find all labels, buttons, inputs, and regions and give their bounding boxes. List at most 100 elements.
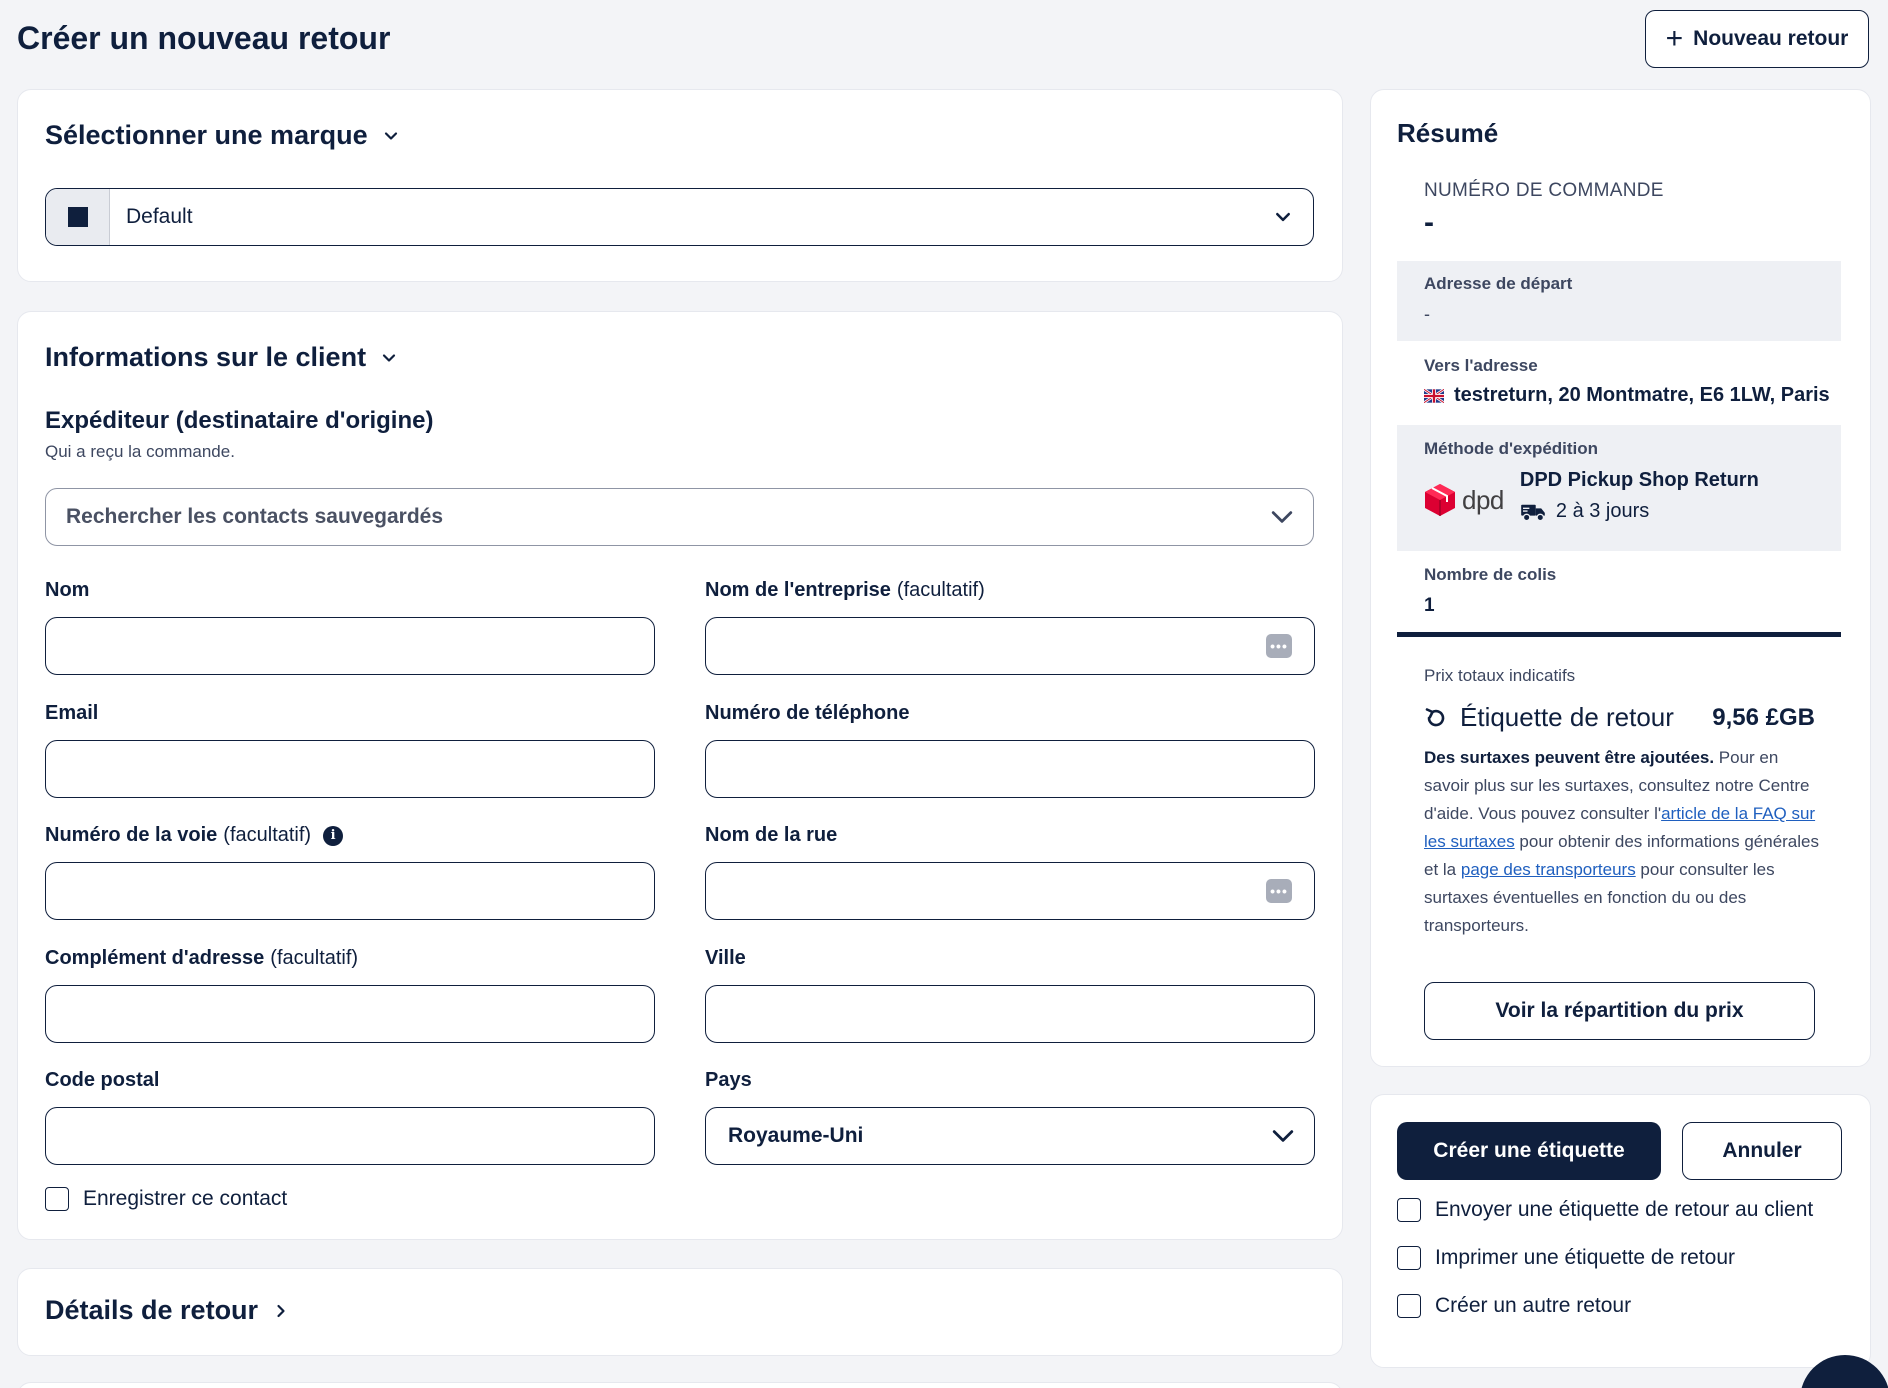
street-name-input[interactable]: ••• xyxy=(705,862,1315,920)
chevron-down-icon xyxy=(1271,511,1293,523)
from-address-value: - xyxy=(1424,304,1430,324)
phone-input[interactable] xyxy=(705,740,1315,798)
phone-label: Numéro de téléphone xyxy=(705,702,910,724)
dpd-cube-icon xyxy=(1425,484,1455,516)
create-another-text: Créer un autre retour xyxy=(1435,1294,1632,1317)
name-label: Nom xyxy=(45,579,90,601)
address-extra-input[interactable] xyxy=(45,985,655,1043)
country-select-value: Royaume-Uni xyxy=(728,1124,864,1147)
parcels-value: 1 xyxy=(1424,595,1435,616)
price-caption: Prix totaux indicatifs xyxy=(1424,666,1576,685)
price-breakdown-button[interactable]: Voir la répartition du prix xyxy=(1424,982,1815,1040)
brand-section-toggle[interactable]: Sélectionner une marque xyxy=(45,120,398,151)
name-input[interactable] xyxy=(45,617,655,675)
price-amount: 9,56 £GB xyxy=(1712,703,1815,731)
return-details-card: Détails de retour xyxy=(17,1268,1343,1356)
brand-color-swatch xyxy=(67,207,88,227)
dpd-logo-text: dpd xyxy=(1462,484,1504,515)
street-name-label: Nom de la rue xyxy=(705,824,838,846)
plus-icon: + xyxy=(1665,22,1684,55)
chevron-right-icon xyxy=(277,1304,285,1317)
saved-contacts-select[interactable]: Rechercher les contacts sauvegardés xyxy=(45,488,1314,546)
chevron-down-icon xyxy=(384,131,397,140)
order-number-value: - xyxy=(1424,206,1434,239)
company-label: Nom de l'entreprise (facultatif) xyxy=(705,579,985,601)
new-return-label: Nouveau retour xyxy=(1693,27,1849,50)
company-input[interactable]: ••• xyxy=(705,617,1315,675)
brand-section-title: Sélectionner une marque xyxy=(45,120,368,150)
new-return-button[interactable]: + Nouveau retour xyxy=(1645,10,1869,68)
address-extra-label: Complément d'adresse (facultatif) xyxy=(45,947,359,969)
chevron-down-icon xyxy=(1276,212,1290,222)
order-number-block: NUMÉRO DE COMMANDE - xyxy=(1397,180,1841,250)
to-address-block: Vers l'adresse testreturn, 20 Montmatre,… xyxy=(1397,342,1841,425)
carriers-page-link[interactable]: page des transporteurs xyxy=(1461,860,1636,879)
return-details-toggle[interactable]: Détails de retour xyxy=(45,1295,288,1326)
uk-flag-icon xyxy=(1424,388,1444,403)
chevron-down-icon xyxy=(1272,1130,1294,1142)
city-label: Ville xyxy=(705,947,746,969)
save-contact-row[interactable]: Enregistrer ce contact xyxy=(45,1187,287,1211)
brand-select[interactable]: Default xyxy=(45,188,1314,246)
save-contact-label: Enregistrer ce contact xyxy=(83,1187,288,1210)
chevron-down-icon xyxy=(382,353,396,362)
send-label-option[interactable]: Envoyer une étiquette de retour au clien… xyxy=(1397,1198,1813,1222)
brand-card: Sélectionner une marque Default xyxy=(17,89,1343,282)
shipping-time-row: 2 à 3 jours xyxy=(1520,500,1759,523)
to-address-label: Vers l'adresse xyxy=(1424,356,1538,375)
email-label: Email xyxy=(45,702,99,724)
truck-icon xyxy=(1521,504,1545,521)
street-number-input[interactable] xyxy=(45,862,655,920)
from-address-block: Adresse de départ - xyxy=(1397,261,1841,341)
shipping-method-label: Méthode d'expédition xyxy=(1424,439,1599,458)
cancel-button[interactable]: Annuler xyxy=(1682,1122,1842,1180)
parcels-label: Nombre de colis xyxy=(1424,565,1557,584)
info-icon[interactable]: i xyxy=(323,825,344,846)
brand-select-value: Default xyxy=(126,205,193,228)
send-label-checkbox[interactable] xyxy=(1397,1198,1421,1222)
return-details-title: Détails de retour xyxy=(45,1295,259,1325)
autofill-icon[interactable]: ••• xyxy=(1266,879,1292,903)
order-number-label: NUMÉRO DE COMMANDE xyxy=(1424,180,1664,201)
shipping-method-value: DPD Pickup Shop Return xyxy=(1519,469,1759,491)
price-label: Étiquette de retour xyxy=(1460,702,1674,732)
price-row: Étiquette de retour 9,56 £GB xyxy=(1424,702,1815,733)
next-section-card xyxy=(17,1382,1343,1388)
send-label-text: Envoyer une étiquette de retour au clien… xyxy=(1435,1198,1814,1221)
client-section-title: Informations sur le client xyxy=(45,342,367,372)
shipping-time-value: 2 à 3 jours xyxy=(1555,500,1650,522)
summary-divider xyxy=(1397,632,1841,637)
postal-code-label: Code postal xyxy=(45,1069,160,1091)
summary-title: Résumé xyxy=(1397,118,1499,148)
country-select[interactable]: Royaume-Uni xyxy=(705,1107,1315,1165)
surcharge-notice: Des surtaxes peuvent être ajoutées. Pour… xyxy=(1424,748,1819,935)
street-number-label: Numéro de la voie (facultatif) i xyxy=(45,824,344,847)
client-section-toggle[interactable]: Informations sur le client xyxy=(45,342,396,373)
dpd-logo: dpd xyxy=(1424,483,1504,517)
save-contact-checkbox[interactable] xyxy=(45,1187,69,1211)
create-another-option[interactable]: Créer un autre retour xyxy=(1397,1294,1631,1318)
country-label: Pays xyxy=(705,1069,752,1091)
print-label-text: Imprimer une étiquette de retour xyxy=(1435,1246,1735,1269)
create-label-button[interactable]: Créer une étiquette xyxy=(1397,1122,1661,1180)
from-address-label: Adresse de départ xyxy=(1424,274,1573,293)
to-address-line: testreturn, 20 Montmatre, E6 1LW, Paris xyxy=(1424,384,1841,407)
parcels-block: Nombre de colis 1 xyxy=(1397,551,1841,631)
actions-card: Créer une étiquette Annuler Envoyer une … xyxy=(1370,1094,1871,1368)
client-card: Informations sur le client Expéditeur (d… xyxy=(17,311,1343,1240)
page-title: Créer un nouveau retour xyxy=(17,20,391,56)
print-label-option[interactable]: Imprimer une étiquette de retour xyxy=(1397,1246,1735,1270)
autofill-icon[interactable]: ••• xyxy=(1266,634,1292,658)
to-address-value: testreturn, 20 Montmatre, E6 1LW, Paris xyxy=(1454,384,1830,406)
print-label-checkbox[interactable] xyxy=(1397,1246,1421,1270)
postal-code-input[interactable] xyxy=(45,1107,655,1165)
city-input[interactable] xyxy=(705,985,1315,1043)
sender-title: Expéditeur (destinataire d'origine) xyxy=(45,407,434,434)
brand-color-swatch-box xyxy=(46,189,110,245)
shipping-method-block: Méthode d'expédition dpd DPD Pickup Shop… xyxy=(1397,425,1841,551)
sender-description: Qui a reçu la commande. xyxy=(45,442,235,461)
create-another-checkbox[interactable] xyxy=(1397,1294,1421,1318)
summary-card: Résumé NUMÉRO DE COMMANDE - Adresse de d… xyxy=(1370,89,1871,1067)
saved-contacts-placeholder: Rechercher les contacts sauvegardés xyxy=(66,505,444,528)
email-input[interactable] xyxy=(45,740,655,798)
